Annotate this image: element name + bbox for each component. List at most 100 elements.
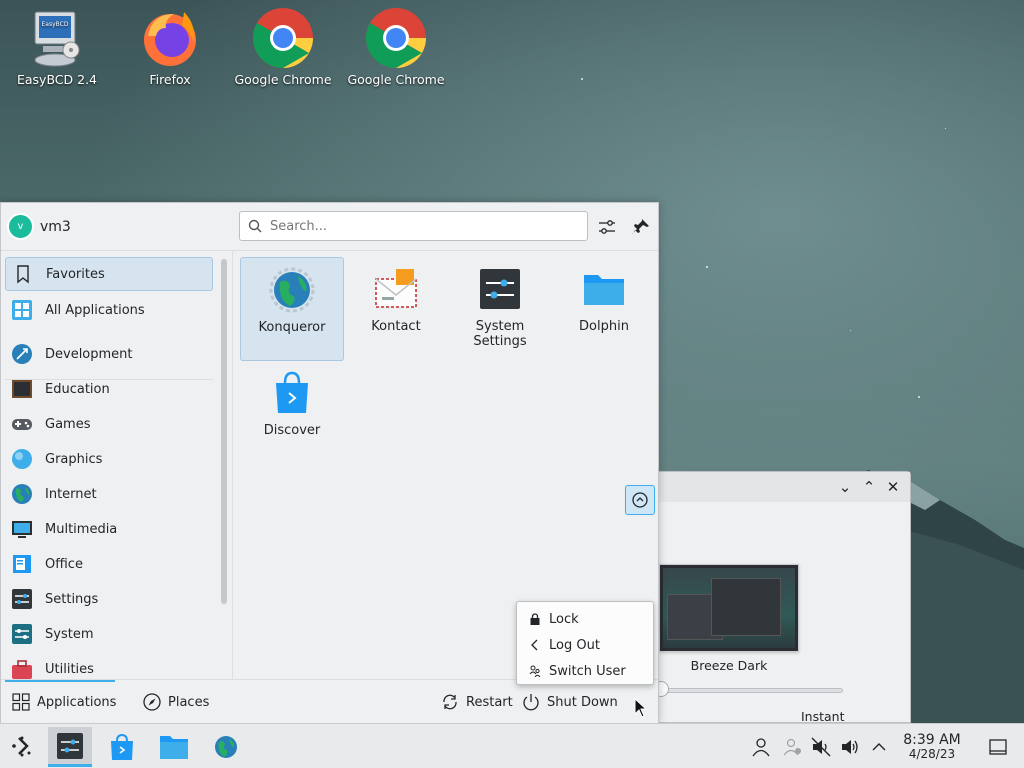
theme-thumbnail[interactable]	[659, 564, 799, 652]
easybcd-icon: EasyBCD	[34, 11, 80, 67]
sidebar-item-internet[interactable]: Internet	[5, 477, 213, 511]
system-settings-icon	[480, 269, 520, 309]
favorite-dolphin[interactable]: Dolphin	[552, 257, 656, 361]
show-desktop-icon[interactable]	[988, 737, 1008, 757]
menu-item-label: Log Out	[549, 637, 600, 653]
sidebar-item-label: Office	[45, 556, 83, 572]
sidebar-item-label: Multimedia	[45, 521, 118, 537]
configure-icon[interactable]	[597, 217, 617, 237]
sidebar-item-education[interactable]: Education	[5, 372, 213, 406]
menu-item-label: Switch User	[549, 663, 626, 679]
avatar[interactable]: v	[7, 213, 34, 240]
button-label: Shut Down	[547, 694, 618, 710]
sidebar-item-favorites[interactable]: Favorites	[5, 257, 213, 291]
digital-clock[interactable]: 8:39 AM 4/28/23	[900, 733, 964, 761]
close-icon[interactable]: ✕	[886, 478, 900, 496]
sidebar-item-all-applications[interactable]: All Applications	[5, 293, 213, 327]
favorite-label: Konqueror	[258, 320, 326, 335]
pin-icon[interactable]	[631, 217, 651, 237]
tab-label: Places	[168, 694, 210, 710]
minimize-icon[interactable]: ⌄	[838, 478, 852, 496]
slider-label: Instant	[801, 709, 845, 724]
bookmark-icon	[17, 265, 29, 284]
menu-item-logout[interactable]: Log Out	[517, 632, 653, 658]
favorite-label: Dolphin	[579, 319, 629, 334]
multimedia-icon	[12, 521, 32, 538]
favorite-system-settings[interactable]: System Settings	[448, 257, 552, 361]
speaker-icon[interactable]	[840, 737, 860, 757]
graphics-icon	[12, 449, 32, 469]
desktop-icon-chrome-2[interactable]: Google Chrome	[341, 0, 451, 87]
sidebar-item-utilities[interactable]: Utilities	[5, 652, 213, 679]
office-icon	[13, 555, 31, 573]
settings-icon	[12, 589, 32, 609]
power-icon	[523, 694, 539, 711]
sidebar-item-graphics[interactable]: Graphics	[5, 442, 213, 476]
speaker-muted-icon[interactable]	[811, 737, 831, 757]
favorite-discover[interactable]: Discover	[240, 361, 344, 465]
konqueror-icon	[269, 267, 315, 313]
desktop-icon-easybcd[interactable]: EasyBCD EasyBCD 2.4	[2, 0, 112, 87]
sidebar-item-games[interactable]: Games	[5, 407, 213, 441]
menu-item-lock[interactable]: Lock	[517, 606, 653, 632]
category-sidebar: Favorites All Applications Development E…	[1, 251, 233, 679]
taskbar-dolphin[interactable]	[152, 727, 196, 767]
kontact-icon	[375, 269, 417, 308]
tab-applications[interactable]: Applications	[12, 690, 116, 714]
shutdown-button[interactable]: Shut Down	[522, 690, 618, 714]
sidebar-item-label: System	[45, 626, 94, 642]
development-icon	[12, 344, 32, 364]
theme-label: Breeze Dark	[690, 658, 768, 673]
grid-apps-icon	[12, 300, 32, 320]
sidebar-item-system[interactable]: System	[5, 617, 213, 651]
favorite-label: Discover	[263, 423, 321, 438]
firefox-icon	[144, 12, 196, 66]
gamepad-icon	[12, 419, 32, 430]
desktop-icon-chrome-1[interactable]: Google Chrome	[228, 0, 338, 87]
taskbar-konqueror[interactable]	[204, 727, 248, 767]
launcher-header: v vm3	[1, 203, 658, 251]
desktop-icon-label: Google Chrome	[347, 72, 445, 87]
favorite-label: Kontact	[371, 319, 421, 334]
folder-icon	[160, 736, 188, 759]
sidebar-item-label: Education	[45, 381, 110, 397]
taskbar-system-settings[interactable]	[48, 727, 92, 767]
tab-places[interactable]: Places	[143, 690, 209, 714]
maximize-icon[interactable]: ⌃	[862, 478, 876, 496]
restart-button[interactable]: Restart	[441, 690, 513, 714]
favorite-konqueror[interactable]: Konqueror	[240, 257, 344, 361]
tab-label: Applications	[37, 694, 117, 710]
compass-icon	[143, 693, 161, 711]
sidebar-item-settings[interactable]: Settings	[5, 582, 213, 616]
menu-item-label: Lock	[549, 611, 579, 627]
animation-speed-slider[interactable]	[661, 688, 843, 693]
user-switch-icon[interactable]	[783, 737, 803, 757]
sidebar-scrollbar[interactable]	[221, 259, 227, 604]
favorite-label: System Settings	[473, 319, 527, 349]
power-menu-button[interactable]	[625, 485, 655, 515]
search-field[interactable]	[239, 211, 588, 241]
search-input[interactable]	[270, 218, 570, 234]
menu-item-switch-user[interactable]: Switch User	[517, 658, 653, 684]
sidebar-item-office[interactable]: Office	[5, 547, 213, 581]
user-icon[interactable]	[751, 737, 771, 757]
desktop-icon-label: Firefox	[149, 72, 191, 87]
user-name: vm3	[40, 218, 71, 235]
desktop-icon-firefox[interactable]: Firefox	[115, 0, 225, 87]
taskbar: 8:39 AM 4/28/23	[0, 723, 1024, 768]
sidebar-item-development[interactable]: Development	[5, 337, 213, 371]
favorite-kontact[interactable]: Kontact	[344, 257, 448, 361]
sidebar-item-label: Favorites	[46, 266, 105, 282]
lock-icon	[530, 613, 540, 625]
active-tab-indicator	[5, 680, 115, 682]
taskbar-discover[interactable]	[100, 727, 144, 767]
background-window: ⌄ ⌃ ✕ Breeze Dark Instant	[640, 471, 911, 724]
sidebar-item-multimedia[interactable]: Multimedia	[5, 512, 213, 546]
application-launcher-button[interactable]	[0, 727, 44, 767]
clock-time: 8:39 AM	[903, 732, 961, 748]
kde-launcher-icon	[12, 736, 31, 757]
power-context-menu: Lock Log Out Switch User	[516, 601, 654, 685]
launcher-footer: Applications Places Restart Shut Down	[1, 679, 658, 724]
sidebar-item-label: Internet	[45, 486, 97, 502]
chevron-up-icon[interactable]	[869, 737, 889, 757]
